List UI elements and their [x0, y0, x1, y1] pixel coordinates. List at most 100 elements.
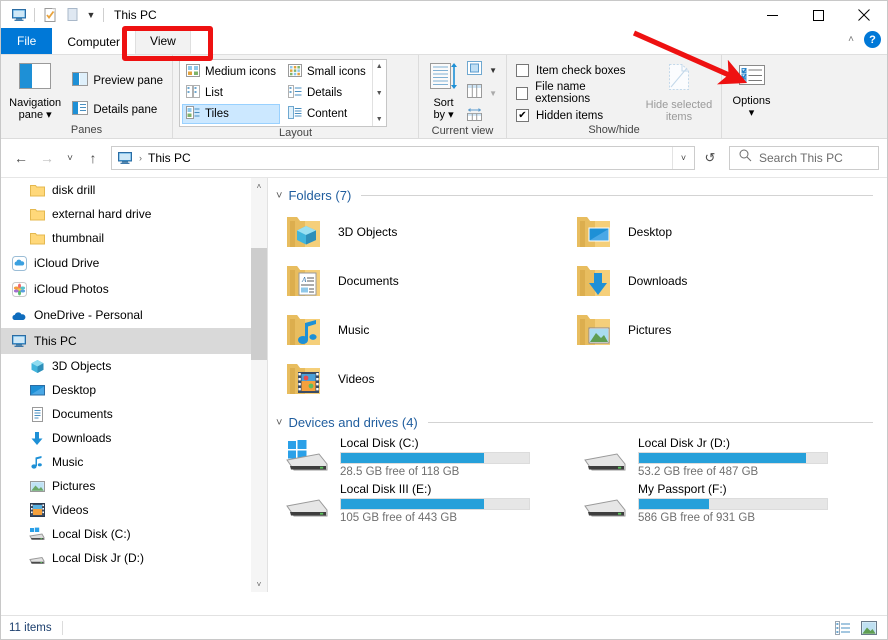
address-dropdown-icon[interactable]: ˅ [672, 147, 694, 169]
layout-content[interactable]: Content [284, 104, 370, 124]
group-header-devices-and-drives[interactable]: ˅ Devices and drives (4) [268, 403, 887, 434]
nav-item-documents[interactable]: Documents [1, 402, 267, 426]
add-columns-button[interactable]: ▼ [464, 84, 500, 102]
file-name-extensions-checkbox[interactable] [516, 86, 529, 100]
content-pane[interactable]: ˅ Folders (7) 3D Objects Desktop A Docum… [268, 178, 887, 592]
nav-item-desktop[interactable]: Desktop [1, 378, 267, 402]
nav-item-icloud-photos[interactable]: iCloud Photos [1, 276, 267, 302]
layout-tiles[interactable]: Tiles [182, 104, 280, 124]
group-by-dropdown-icon[interactable]: ▼ [489, 66, 497, 75]
properties-icon[interactable] [39, 4, 61, 26]
back-button[interactable]: ← [9, 146, 33, 170]
nav-item-downloads[interactable]: Downloads [1, 426, 267, 450]
layout-medium-icons[interactable]: Medium icons [182, 62, 280, 82]
nav-item-this-pc[interactable]: This PC [1, 328, 267, 354]
nav-item-local-disk-jr-d[interactable]: Local Disk Jr (D:) [1, 546, 267, 570]
layout-list[interactable]: List [182, 83, 280, 103]
nav-item-label: Downloads [52, 431, 112, 445]
add-columns-dropdown-icon[interactable]: ▼ [489, 89, 497, 98]
minimize-button[interactable] [749, 1, 795, 29]
scroll-up-icon[interactable]: ˄ [251, 178, 267, 194]
refresh-button[interactable]: ↺ [697, 146, 723, 170]
group-divider-line [427, 422, 873, 423]
chevron-down-icon[interactable]: ˅ [276, 190, 282, 202]
scrollbar-thumb[interactable] [251, 248, 267, 360]
group-header-folders[interactable]: ˅ Folders (7) [268, 178, 887, 207]
navigation-pane-button[interactable]: Navigation pane ▾ [7, 60, 63, 121]
group-title-devices-and-drives: Devices and drives (4) [288, 415, 418, 430]
options-button[interactable]: Options ▾ [722, 60, 781, 119]
navigation-pane-scrollbar[interactable]: ˄ ˅ [251, 178, 267, 592]
hidden-items-checkbox[interactable]: ✔ [516, 109, 529, 122]
show-hide-checkboxes: Item check boxes File name extensions ✔ … [516, 60, 635, 122]
close-button[interactable] [841, 1, 887, 29]
gallery-expand-icon[interactable]: ▼ [376, 116, 383, 123]
nav-item-pictures[interactable]: Pictures [1, 474, 267, 498]
drive-local-disk-c[interactable]: Local Disk (C:) 28.5 GB free of 118 GB [282, 434, 580, 480]
gallery-scroll-down-icon[interactable]: ▼ [376, 90, 383, 97]
breadcrumb-this-pc[interactable]: This PC [148, 151, 191, 165]
nav-item-icloud-drive[interactable]: iCloud Drive [1, 250, 267, 276]
item-check-boxes-row[interactable]: Item check boxes [516, 64, 635, 77]
tile-3d-objects[interactable]: 3D Objects [282, 207, 572, 256]
scroll-down-icon[interactable]: ˅ [251, 576, 267, 592]
details-view-icon[interactable] [833, 619, 853, 637]
drive-info: My Passport (F:) 586 GB free of 931 GB [638, 482, 828, 524]
maximize-button[interactable] [795, 1, 841, 29]
tile-videos[interactable]: Videos [282, 354, 572, 403]
size-all-columns-button[interactable] [464, 107, 500, 125]
ribbon-group-label-options [722, 136, 787, 139]
tab-computer[interactable]: Computer [52, 28, 135, 54]
item-check-boxes-checkbox[interactable] [516, 64, 529, 77]
file-name-extensions-row[interactable]: File name extensions [516, 81, 635, 105]
nav-item-videos[interactable]: Videos [1, 498, 267, 522]
address-field[interactable]: › This PC ˅ [111, 146, 695, 170]
drive-local-disk-iii-e[interactable]: Local Disk III (E:) 105 GB free of 443 G… [282, 480, 580, 526]
group-by-button[interactable]: ▼ [464, 61, 500, 79]
details-pane-button[interactable]: Details pane [69, 99, 166, 120]
nav-item-onedrive-personal[interactable]: OneDrive - Personal [1, 302, 267, 328]
nav-item-thumbnail[interactable]: thumbnail [1, 226, 267, 250]
large-icons-view-icon[interactable] [859, 619, 879, 637]
folder-icon [29, 230, 45, 246]
nav-item-3d-objects[interactable]: 3D Objects [1, 354, 267, 378]
nav-item-external-hard-drive[interactable]: external hard drive [1, 202, 267, 226]
tile-label: 3D Objects [338, 224, 398, 239]
scrollbar-track[interactable] [251, 194, 267, 576]
layout-small-icons[interactable]: Small icons [284, 62, 370, 82]
tab-file[interactable]: File [1, 28, 53, 54]
hide-selected-items-button: Hide selected items [643, 60, 715, 123]
navigation-pane-label-1: Navigation [9, 97, 62, 109]
preview-pane-button[interactable]: Preview pane [69, 70, 166, 91]
folder-3d-objects-icon [282, 209, 328, 255]
layout-gallery-scrollbar[interactable]: ▲ ▼ ▼ [371, 60, 386, 126]
tab-view[interactable]: View [135, 28, 191, 54]
recent-locations-button[interactable]: ˅ [61, 146, 79, 170]
nav-item-local-disk-c[interactable]: Local Disk (C:) [1, 522, 267, 546]
tile-downloads[interactable]: Downloads [572, 256, 862, 305]
windows-drive-icon [282, 437, 332, 477]
sort-by-button[interactable]: Sort by ▾ [423, 60, 464, 121]
tile-pictures[interactable]: Pictures [572, 305, 862, 354]
preview-pane-label: Preview pane [93, 74, 163, 87]
layout-details[interactable]: Details [284, 83, 370, 103]
search-input[interactable]: Search This PC [729, 146, 879, 170]
tile-documents[interactable]: A Documents [282, 256, 572, 305]
drive-my-passport-f[interactable]: My Passport (F:) 586 GB free of 931 GB [580, 480, 878, 526]
hide-selected-items-label-1: Hide selected [645, 99, 713, 111]
nav-item-disk-drill[interactable]: disk drill [1, 178, 267, 202]
this-pc-icon[interactable] [8, 4, 30, 26]
gallery-scroll-up-icon[interactable]: ▲ [376, 63, 383, 70]
help-icon[interactable]: ? [864, 31, 881, 48]
tile-desktop[interactable]: Desktop [572, 207, 862, 256]
hidden-items-row[interactable]: ✔ Hidden items [516, 109, 635, 122]
nav-item-music[interactable]: Music [1, 450, 267, 474]
new-folder-icon[interactable] [61, 4, 83, 26]
qat-dropdown-icon[interactable]: ▼ [83, 4, 99, 26]
tile-label: Downloads [628, 273, 688, 288]
drive-local-disk-jr-d[interactable]: Local Disk Jr (D:) 53.2 GB free of 487 G… [580, 434, 878, 480]
chevron-down-icon[interactable]: ˅ [276, 417, 282, 429]
tile-music[interactable]: Music [282, 305, 572, 354]
collapse-ribbon-icon[interactable]: ˄ [848, 34, 854, 45]
up-button[interactable]: ↑ [81, 146, 105, 170]
